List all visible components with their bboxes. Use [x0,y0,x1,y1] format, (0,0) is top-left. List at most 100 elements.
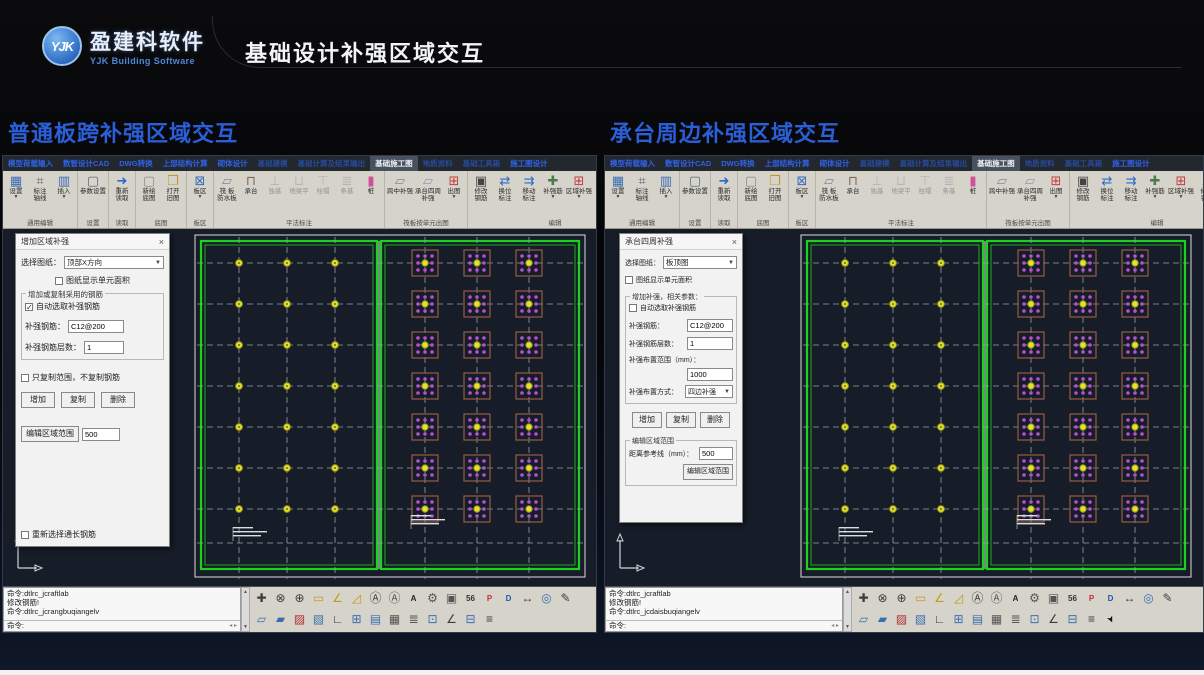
dws-export-tool-icon[interactable]: D [499,589,518,608]
ribbon-button-insert-table[interactable]: ▥插入▼ [654,172,678,200]
cell-tool-icon[interactable]: ⊡ [423,610,442,629]
text-tool-icon[interactable]: A [404,589,423,608]
move-tool-icon[interactable]: ↔ [518,589,537,608]
sketch-tool-icon[interactable]: ✎ [556,589,575,608]
ribbon-button-param-settings[interactable]: ▢参数设置 [79,172,107,196]
ref-line-distance-input[interactable] [699,447,733,460]
circle-select-tool-icon[interactable]: ◎ [537,589,556,608]
table-tool-icon[interactable]: ▤ [968,610,987,629]
ribbon-button-reload[interactable]: ➜重新 读取 [712,172,736,203]
window-tool-icon[interactable]: ⊟ [461,610,480,629]
layer-tool-icon[interactable]: ≣ [404,610,423,629]
ribbon-button-plot-output[interactable]: ⊞出图▼ [1044,172,1068,200]
ribbon-button-param-settings[interactable]: ▢参数设置 [681,172,709,196]
ribbon-button-pile-cap[interactable]: ⊓承台 [841,172,865,196]
ribbon-button-settings-grid[interactable]: ▦设置▼ [4,172,28,200]
text-tool-icon[interactable]: A [1006,589,1025,608]
find-text-tool-icon[interactable]: Ⓐ [366,589,385,608]
ribbon-button-slab-region[interactable]: ⊠板区▼ [188,172,212,200]
zoom-extents-tool-icon[interactable]: ⊗ [271,589,290,608]
copy-entity-tool-icon[interactable]: ▱ [854,610,873,629]
reinforce-range-input[interactable] [687,368,733,381]
ribbon-button-swap-annotation[interactable]: ⇄换位 标注 [493,172,517,203]
paste-entity-tool-icon[interactable]: ▰ [873,610,892,629]
delete-button[interactable]: 删除 [700,412,730,428]
capture-tool-icon[interactable]: ▣ [1044,589,1063,608]
zoom-window-tool-icon[interactable]: ⊕ [290,589,309,608]
ribbon-tab[interactable]: 施工图设计 [505,156,553,171]
ribbon-button-reload[interactable]: ➜重新 读取 [110,172,134,203]
ribbon-button-pile-cap[interactable]: ⊓承台 [239,172,263,196]
ribbon-button-raft-slab[interactable]: ▱筏 板 防水板 [817,172,841,203]
hatch-tool-icon[interactable]: ▦ [385,610,404,629]
grid-tool-icon[interactable]: ⊞ [949,610,968,629]
layer-tool-icon[interactable]: ≣ [1006,610,1025,629]
h-scrollbar[interactable]: ◂ ▸ [229,621,237,631]
ribbon-tab[interactable]: 基础计算及结果输出 [895,156,973,171]
ribbon-button-new-drawing[interactable]: ▢新绘 底图 [739,172,763,203]
ribbon-button-axis-annotate[interactable]: ⌗标注 轴线 [28,172,52,203]
grid-tool-icon[interactable]: ⊞ [347,610,366,629]
ribbon-tab[interactable]: 上部结构计算 [760,156,815,171]
h-scrollbar[interactable]: ◂ ▸ [831,621,839,631]
zoom-extents-tool-icon[interactable]: ⊗ [873,589,892,608]
edit-region-input[interactable] [82,428,120,441]
capture-tool-icon[interactable]: ▣ [442,589,461,608]
unit-area-checkbox[interactable] [55,277,63,285]
angle2-tool-icon[interactable]: ∠ [442,610,461,629]
ribbon-tab[interactable]: DWG转换 [716,156,759,171]
ribbon-button-open-drawing[interactable]: ❒打开 旧图 [161,172,185,203]
ribbon-tab[interactable]: 上部结构计算 [158,156,213,171]
delete-entity-tool-icon[interactable]: ▨ [892,610,911,629]
ribbon-button-modify-rebar[interactable]: ▣修改 钢筋 [1071,172,1095,203]
block-tool-icon[interactable]: ▧ [911,610,930,629]
pan-tool-icon[interactable]: ✚ [252,589,271,608]
dws-export-tool-icon[interactable]: D [1101,589,1120,608]
ribbon-tab[interactable]: 基础工具箱 [458,156,506,171]
edit-region-button[interactable]: 编辑区域范围 [683,464,733,480]
reselect-longbar-checkbox[interactable] [21,531,29,539]
cell-tool-icon[interactable]: ⊡ [1025,610,1044,629]
ribbon-tab[interactable]: 地质资料 [1020,156,1060,171]
ribbon-button-swap-annotation[interactable]: ⇄换位 标注 [1095,172,1119,203]
hatch-tool-icon[interactable]: ▦ [987,610,1006,629]
ribbon-button-modify-rebar[interactable]: ▣修改 钢筋 [469,172,493,203]
list-tool-icon[interactable]: ≡ [480,610,499,629]
ribbon-button-rename[interactable]: A修改 名称 [593,172,596,203]
add-button[interactable]: 增加 [632,412,662,428]
copy-entity-tool-icon[interactable]: ▱ [252,610,271,629]
drawing-select[interactable]: 顶部X方向 ▼ [64,256,164,269]
measure-tool-icon[interactable]: ▭ [309,589,328,608]
ribbon-tab[interactable]: 基础计算及结果输出 [293,156,371,171]
area-tool-icon[interactable]: ◿ [949,589,968,608]
ribbon-button-raft-slab[interactable]: ▱筏 板 防水板 [215,172,239,203]
angle-tool-icon[interactable]: ∠ [328,589,347,608]
scale-56-icon[interactable]: 56 [1063,589,1082,608]
measure-tool-icon[interactable]: ▭ [911,589,930,608]
ribbon-button-midspan-reinforce[interactable]: ▱跨中补强 [988,172,1016,196]
ribbon-tab[interactable]: 基础工具箱 [1060,156,1108,171]
axis-tool-icon[interactable]: ∟ [930,610,949,629]
edit-region-button[interactable]: 编辑区域范围 [21,426,79,442]
ribbon-tab[interactable]: 模型荷载输入 [3,156,58,171]
add-button[interactable]: 增加 [21,392,55,408]
list-tool-icon[interactable]: ≡ [1082,610,1101,629]
ribbon-button-cap-around-reinforce[interactable]: ▱承台四周 补强 [1016,172,1044,203]
zoom-window-tool-icon[interactable]: ⊕ [892,589,911,608]
replace-text-tool-icon[interactable]: Ⓐ [385,589,404,608]
ribbon-tab[interactable]: 砌体设计 [213,156,253,171]
paste-entity-tool-icon[interactable]: ▰ [271,610,290,629]
area-tool-icon[interactable]: ◿ [347,589,366,608]
ribbon-button-new-drawing[interactable]: ▢新绘 底图 [137,172,161,203]
unit-area-checkbox[interactable] [625,276,633,284]
ribbon-tab[interactable]: 数智设计CAD [660,156,716,171]
rebar-layers-input[interactable] [84,341,124,354]
delete-button[interactable]: 删除 [101,392,135,408]
drawing-canvas[interactable] [793,231,1199,585]
command-prompt[interactable]: 命令: [609,621,626,631]
ribbon-button-move-annotation[interactable]: ⇉移动 标注 [1119,172,1143,203]
wrench-tool-icon[interactable]: ⚙ [423,589,442,608]
axis-tool-icon[interactable]: ∟ [328,610,347,629]
circle-select-tool-icon[interactable]: ◎ [1139,589,1158,608]
ribbon-button-pile[interactable]: ▮桩 [961,172,985,196]
